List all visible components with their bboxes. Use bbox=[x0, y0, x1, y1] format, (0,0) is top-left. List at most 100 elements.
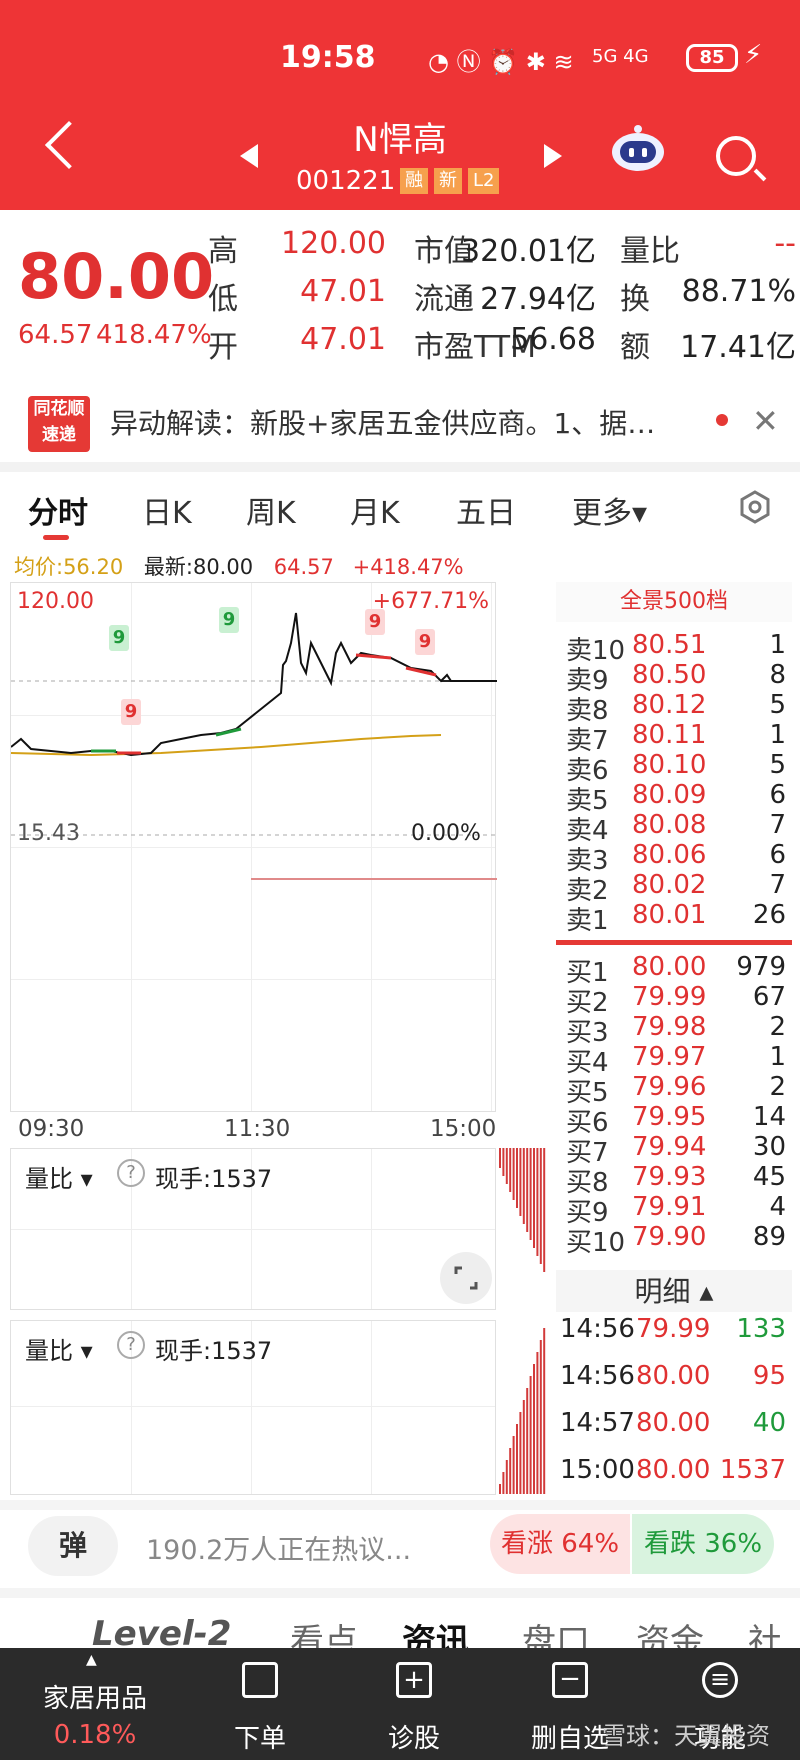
book-divider bbox=[556, 940, 792, 945]
time-label: 15:00 bbox=[430, 1116, 497, 1142]
level-volume: 7 bbox=[769, 810, 786, 840]
quote-value: 120.00 bbox=[281, 226, 386, 261]
trade-volume: 133 bbox=[736, 1314, 786, 1344]
ask-row[interactable]: 卖1 80.01 26 bbox=[556, 900, 792, 936]
trade-volume: 95 bbox=[752, 1361, 786, 1391]
bid-row[interactable]: 买4 79.97 1 bbox=[556, 1042, 792, 1078]
bid-row[interactable]: 买1 80.00 979 bbox=[556, 952, 792, 988]
quote-value: 47.01 bbox=[300, 274, 386, 309]
side-bars-top bbox=[499, 1148, 546, 1272]
help-icon[interactable]: ? bbox=[117, 1331, 145, 1359]
diagnose-button[interactable]: + 诊股 bbox=[364, 1648, 464, 1760]
order-button[interactable]: 下单 bbox=[210, 1648, 310, 1760]
hot-discussion-text[interactable]: 190.2万人正在热议... bbox=[146, 1528, 411, 1567]
chart-base-pct: 0.00% bbox=[411, 821, 481, 846]
level-price: 80.09 bbox=[632, 780, 707, 810]
signal-marker[interactable]: 9 bbox=[121, 699, 141, 725]
bid-row[interactable]: 买8 79.93 45 bbox=[556, 1162, 792, 1198]
level-price: 79.94 bbox=[632, 1132, 707, 1162]
latest-price: 最新:80.00 bbox=[143, 555, 254, 579]
ask-row[interactable]: 卖3 80.06 6 bbox=[556, 840, 792, 876]
ask-row[interactable]: 卖5 80.09 6 bbox=[556, 780, 792, 816]
plus-box-icon: + bbox=[396, 1662, 432, 1698]
side-volume-bar bbox=[512, 1436, 515, 1494]
bearish-button[interactable]: 看跌 36% bbox=[632, 1514, 774, 1574]
bid-row[interactable]: 买9 79.91 4 bbox=[556, 1192, 792, 1228]
side-volume-bar bbox=[505, 1460, 508, 1494]
order-book-title[interactable]: 全景500档 bbox=[556, 582, 792, 622]
level-volume: 14 bbox=[752, 1102, 786, 1132]
ask-row[interactable]: 卖4 80.08 7 bbox=[556, 810, 792, 846]
quote-value: 320.01亿 bbox=[461, 234, 596, 269]
ask-row[interactable]: 卖8 80.12 5 bbox=[556, 690, 792, 726]
app-header: 19:58 ◔ Ⓝ ⏰ ✱ ≋ 5G 4G 85 ⚡ N悍高 001221 融 … bbox=[0, 0, 800, 210]
side-volume-bar bbox=[533, 1364, 535, 1494]
bid-row[interactable]: 买5 79.96 2 bbox=[556, 1072, 792, 1108]
search-icon[interactable] bbox=[716, 136, 756, 176]
volume-panel-1[interactable]: 量比 ▾ ? 现手:1537 bbox=[10, 1148, 496, 1310]
level-volume: 45 bbox=[752, 1162, 786, 1192]
level-volume: 8 bbox=[769, 660, 786, 690]
tab-daily-k[interactable]: 日K bbox=[142, 488, 192, 532]
order-book[interactable]: 全景500档 卖10 80.51 1 卖9 80.50 8 卖8 80.12 5 卖7 80.11 1… bbox=[556, 582, 792, 1494]
ask-row[interactable]: 卖2 80.02 7 bbox=[556, 870, 792, 906]
watermark: 雪球：天翼投资 bbox=[602, 1722, 770, 1750]
side-volume-bar bbox=[526, 1148, 529, 1232]
avg-price: 均价:56.20 bbox=[14, 555, 124, 579]
bid-row[interactable]: 买6 79.95 14 bbox=[556, 1102, 792, 1138]
last-price: 80.00 bbox=[18, 240, 215, 313]
help-icon[interactable]: ? bbox=[117, 1159, 145, 1187]
bid-row[interactable]: 买3 79.98 2 bbox=[556, 1012, 792, 1048]
level-price: 79.93 bbox=[632, 1162, 707, 1192]
level-volume: 2 bbox=[769, 1012, 786, 1042]
signal-marker[interactable]: 9 bbox=[415, 629, 435, 655]
ask-row[interactable]: 卖9 80.50 8 bbox=[556, 660, 792, 696]
trade-price: 79.99 bbox=[636, 1314, 711, 1344]
bid-row[interactable]: 买7 79.94 30 bbox=[556, 1132, 792, 1168]
level-volume: 2 bbox=[769, 1072, 786, 1102]
trade-time: 14:56 bbox=[560, 1314, 635, 1344]
tab-monthly-k[interactable]: 月K bbox=[350, 488, 400, 532]
robot-assistant-icon[interactable] bbox=[610, 124, 666, 172]
trade-volume: 1537 bbox=[719, 1455, 786, 1485]
signal-marker[interactable]: 9 bbox=[365, 609, 385, 635]
signal-marker[interactable]: 9 bbox=[219, 607, 239, 633]
indicator-select[interactable]: 量比 ▾ bbox=[25, 1159, 93, 1194]
signal-marker[interactable]: 9 bbox=[109, 625, 129, 651]
ask-row[interactable]: 卖10 80.51 1 bbox=[556, 630, 792, 666]
trade-detail-title[interactable]: 明细 ▴ bbox=[556, 1270, 792, 1312]
tab-intraday[interactable]: 分时 bbox=[28, 488, 88, 532]
sector-info[interactable]: ▲ 家居用品 0.18% bbox=[20, 1648, 170, 1760]
level-price: 80.10 bbox=[632, 750, 707, 780]
danmu-button[interactable]: 弹 bbox=[28, 1516, 118, 1576]
trade-detail-row: 14:57 80.00 40 bbox=[556, 1408, 792, 1444]
level-price: 80.11 bbox=[632, 720, 707, 750]
volume-panel-2[interactable]: 量比 ▾ ? 现手:1537 bbox=[10, 1320, 496, 1495]
news-logo: 同花顺 速递 bbox=[28, 396, 90, 452]
network-label: 5G 4G bbox=[592, 46, 649, 67]
divider bbox=[0, 462, 800, 472]
time-label: 11:30 bbox=[224, 1116, 291, 1142]
news-headline[interactable]: 异动解读：新股+家居五金供应商。1、据… bbox=[110, 402, 655, 442]
settings-icon[interactable] bbox=[738, 490, 772, 524]
tab-weekly-k[interactable]: 周K bbox=[246, 488, 296, 532]
fullscreen-icon[interactable] bbox=[440, 1252, 492, 1304]
level-volume: 1 bbox=[769, 720, 786, 750]
bid-row[interactable]: 买10 79.90 89 bbox=[556, 1222, 792, 1258]
ask-row[interactable]: 卖6 80.10 5 bbox=[556, 750, 792, 786]
quote-value: -- bbox=[774, 226, 796, 261]
intraday-chart[interactable]: 120.00 +677.71% 15.43 0.00% 9 9 9 9 9 bbox=[10, 582, 497, 1112]
bullish-button[interactable]: 看涨 64% bbox=[490, 1514, 630, 1574]
level-volume: 30 bbox=[752, 1132, 786, 1162]
ask-row[interactable]: 卖7 80.11 1 bbox=[556, 720, 792, 756]
tab-five-day[interactable]: 五日 bbox=[456, 488, 516, 532]
quote-label: 流通 bbox=[414, 282, 474, 317]
close-icon[interactable]: ✕ bbox=[752, 402, 779, 440]
level-volume: 6 bbox=[769, 840, 786, 870]
indicator-select[interactable]: 量比 ▾ bbox=[25, 1331, 93, 1366]
tab-more[interactable]: 更多▾ bbox=[572, 488, 647, 532]
battery-icon: 85 bbox=[686, 44, 738, 72]
side-volume-bar bbox=[539, 1340, 542, 1494]
side-volume-bar bbox=[505, 1148, 508, 1184]
bid-row[interactable]: 买2 79.99 67 bbox=[556, 982, 792, 1018]
